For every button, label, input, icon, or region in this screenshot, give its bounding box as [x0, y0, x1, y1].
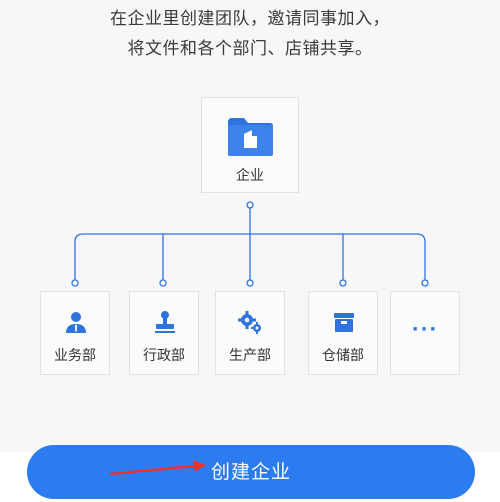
annotation-arrow-icon	[109, 460, 206, 476]
